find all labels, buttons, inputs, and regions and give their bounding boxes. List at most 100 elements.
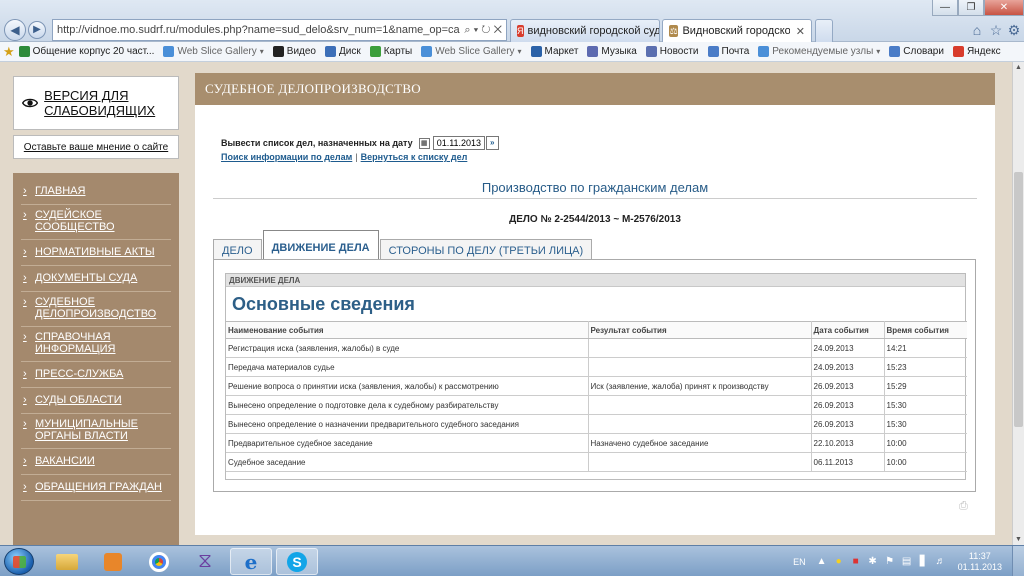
skype-taskbar-icon[interactable]: S — [276, 548, 318, 575]
favorite-site-icon — [645, 46, 657, 57]
favorite-item[interactable]: Яндекс — [952, 46, 1001, 57]
case-movement-box: ДВИЖЕНИЕ ДЕЛА Основные сведения Наименов… — [225, 273, 967, 480]
vertical-scrollbar[interactable]: ▲ ▼ — [1012, 62, 1024, 545]
minimize-button[interactable]: — — [932, 0, 958, 16]
sidebar-item[interactable]: › СУДЕБНОЕ ДЕЛОПРОИЗВОДСТВО — [13, 296, 179, 322]
favorite-item[interactable]: Общение корпус 20 част... — [18, 46, 154, 57]
date-input[interactable] — [432, 136, 485, 150]
scroll-down-icon[interactable]: ▼ — [1013, 536, 1024, 543]
favorite-item[interactable]: Диск — [325, 46, 361, 57]
favorite-item[interactable]: Web Slice Gallery ▾ — [163, 46, 264, 57]
feedback-link[interactable]: Оставьте ваше мнение о сайте — [13, 135, 179, 159]
favorites-star-icon[interactable]: ☆ — [988, 22, 1004, 38]
media-player-taskbar-icon[interactable] — [92, 548, 134, 575]
favorites-add-star-icon[interactable]: ★ — [3, 44, 15, 60]
sidebar-arrow-icon: › — [23, 209, 27, 221]
sidebar-item[interactable]: › ОБРАЩЕНИЯ ГРАЖДАН — [13, 481, 179, 494]
column-header-date: Дата события — [811, 321, 885, 339]
favorite-label: Маркет — [544, 46, 579, 57]
browser-tab-2[interactable]: ⚖ Видновский городской су... ✕ — [662, 19, 812, 42]
language-indicator[interactable]: EN — [793, 557, 806, 567]
cell-date: 22.10.2013 — [811, 433, 885, 453]
chevron-down-icon[interactable]: ▾ — [876, 47, 880, 56]
table-row: Судебное заседание 06.11.2013 10:00 — [226, 452, 967, 472]
sidebar-item[interactable]: › ВАКАНСИИ — [13, 455, 179, 468]
explorer-taskbar-icon[interactable] — [46, 548, 88, 575]
favorite-site-icon — [889, 46, 901, 57]
restore-button[interactable]: ❐ — [958, 0, 984, 16]
sidebar-item[interactable]: › ДОКУМЕНТЫ СУДА — [13, 272, 179, 285]
sidebar-item-label: СУДЕБНОЕ ДЕЛОПРОИЗВОДСТВО — [35, 296, 157, 320]
cell-time: 10:00 — [884, 433, 967, 453]
home-icon[interactable]: ⌂ — [969, 22, 985, 38]
browser-tab-1[interactable]: Я видновский городской суд м... — [510, 19, 660, 42]
sidebar-item[interactable]: › СУДЫ ОБЛАСТИ — [13, 394, 179, 407]
favorite-item[interactable]: Музыка — [587, 46, 637, 57]
favorite-label: Карты — [383, 46, 413, 57]
favorite-label: Музыка — [601, 46, 637, 57]
print-icon[interactable]: ⎙ — [959, 500, 973, 512]
browser-titlebar: — ❐ ✕ ◀ ▶ http://vidnoe.mo.sudrf.ru/modu… — [0, 0, 1024, 42]
sidebar-divider — [21, 474, 171, 475]
sidebar-item[interactable]: › ПРЕСС-СЛУЖБА — [13, 368, 179, 381]
cell-event: Регистрация иска (заявления, жалобы) в с… — [226, 338, 589, 358]
favorite-item[interactable]: Словари — [889, 46, 944, 57]
network-icon[interactable]: ▤ — [901, 556, 913, 568]
volume-icon[interactable]: ♬ — [935, 556, 947, 568]
action-center-flag-icon[interactable]: ⚑ — [884, 556, 896, 568]
sidebar-item[interactable]: › НОРМАТИВНЫЕ АКТЫ — [13, 246, 179, 259]
scroll-up-icon[interactable]: ▲ — [1013, 64, 1024, 71]
submit-date-button[interactable]: » — [485, 136, 499, 150]
sidebar-arrow-icon: › — [23, 185, 27, 197]
bluetooth-icon[interactable]: ✱ — [867, 556, 879, 568]
sidebar-divider — [21, 448, 171, 449]
antivirus-icon[interactable]: ■ — [850, 556, 862, 568]
new-tab-button[interactable] — [815, 19, 833, 42]
search-cases-link[interactable]: Поиск информации по делам — [221, 152, 352, 162]
tray-chevron-icon[interactable]: ▲ — [816, 556, 828, 568]
sidebar-menu: › ГЛАВНАЯ › СУДЕЙСКОЕ СООБЩЕСТВО › НОРМАТИВНЫ… — [13, 173, 179, 545]
gear-icon[interactable]: ⚙ — [1006, 22, 1022, 38]
favorite-item[interactable]: Маркет — [530, 46, 579, 57]
page-title: СУДЕБНОЕ ДЕЛОПРОИЗВОДСТВО — [195, 73, 995, 105]
favorite-label: Почта — [721, 46, 750, 57]
sidebar-item[interactable]: › МУНИЦИПАЛЬНЫЕ ОРГАНЫ ВЛАСТИ — [13, 418, 179, 444]
sidebar-item[interactable]: › СПРАВОЧНАЯ ИНФОРМАЦИЯ — [13, 331, 179, 357]
favorite-site-icon — [952, 46, 964, 57]
table-row: Вынесено определение о подготовке дела к… — [226, 395, 967, 415]
main-content: СУДЕБНОЕ ДЕЛОПРОИЗВОДСТВО Вывести список… — [195, 73, 995, 535]
cell-result — [588, 452, 812, 472]
chevron-down-icon[interactable]: ▾ — [518, 47, 522, 56]
internet-explorer-taskbar-icon[interactable]: e — [230, 548, 272, 575]
start-button[interactable] — [4, 548, 34, 575]
forward-button[interactable]: ▶ — [28, 21, 46, 39]
cell-time: 15:29 — [884, 376, 967, 396]
address-controls[interactable]: ⌕ ▾ ↻ ✕ — [460, 24, 506, 37]
sidebar-item-label: ДОКУМЕНТЫ СУДА — [35, 272, 138, 284]
window-close-button[interactable]: ✕ — [984, 0, 1024, 16]
sidebar-item[interactable]: › ГЛАВНАЯ — [13, 185, 179, 198]
low-vision-version-link[interactable]: ВЕРСИЯ ДЛЯ СЛАБОВИДЯЩИХ — [13, 76, 179, 130]
tab-close-icon[interactable]: ✕ — [790, 25, 805, 38]
favorite-item[interactable]: Web Slice Gallery ▾ — [421, 46, 522, 57]
back-button[interactable]: ◀ — [4, 19, 26, 41]
address-bar[interactable]: http://vidnoe.mo.sudrf.ru/modules.php?na… — [52, 19, 507, 41]
show-desktop-button[interactable] — [1012, 546, 1024, 576]
favorite-item[interactable]: Рекомендуемые узлы ▾ — [758, 46, 880, 57]
back-to-list-link[interactable]: Вернуться к списку дел — [361, 152, 468, 162]
favorite-site-icon — [530, 46, 542, 57]
chevron-down-icon[interactable]: ▾ — [260, 47, 264, 56]
sidebar-item-label: МУНИЦИПАЛЬНЫЕ ОРГАНЫ ВЛАСТИ — [35, 418, 138, 442]
visual-studio-taskbar-icon[interactable]: ⧖ — [184, 548, 226, 575]
favorite-item[interactable]: Почта — [707, 46, 750, 57]
favorite-item[interactable]: Новости — [645, 46, 699, 57]
chrome-taskbar-icon[interactable] — [138, 548, 180, 575]
favorite-item[interactable]: Видео — [272, 46, 316, 57]
notification-icon[interactable]: ● — [833, 556, 845, 568]
sidebar-item[interactable]: › СУДЕЙСКОЕ СООБЩЕСТВО — [13, 209, 179, 235]
calendar-icon[interactable]: ▦ — [418, 137, 430, 149]
scrollbar-thumb[interactable] — [1014, 172, 1023, 427]
favorite-item[interactable]: Карты — [369, 46, 413, 57]
clock[interactable]: 11:37 01.11.2013 — [958, 551, 1002, 573]
signal-bars-icon[interactable]: ▋ — [918, 556, 930, 568]
